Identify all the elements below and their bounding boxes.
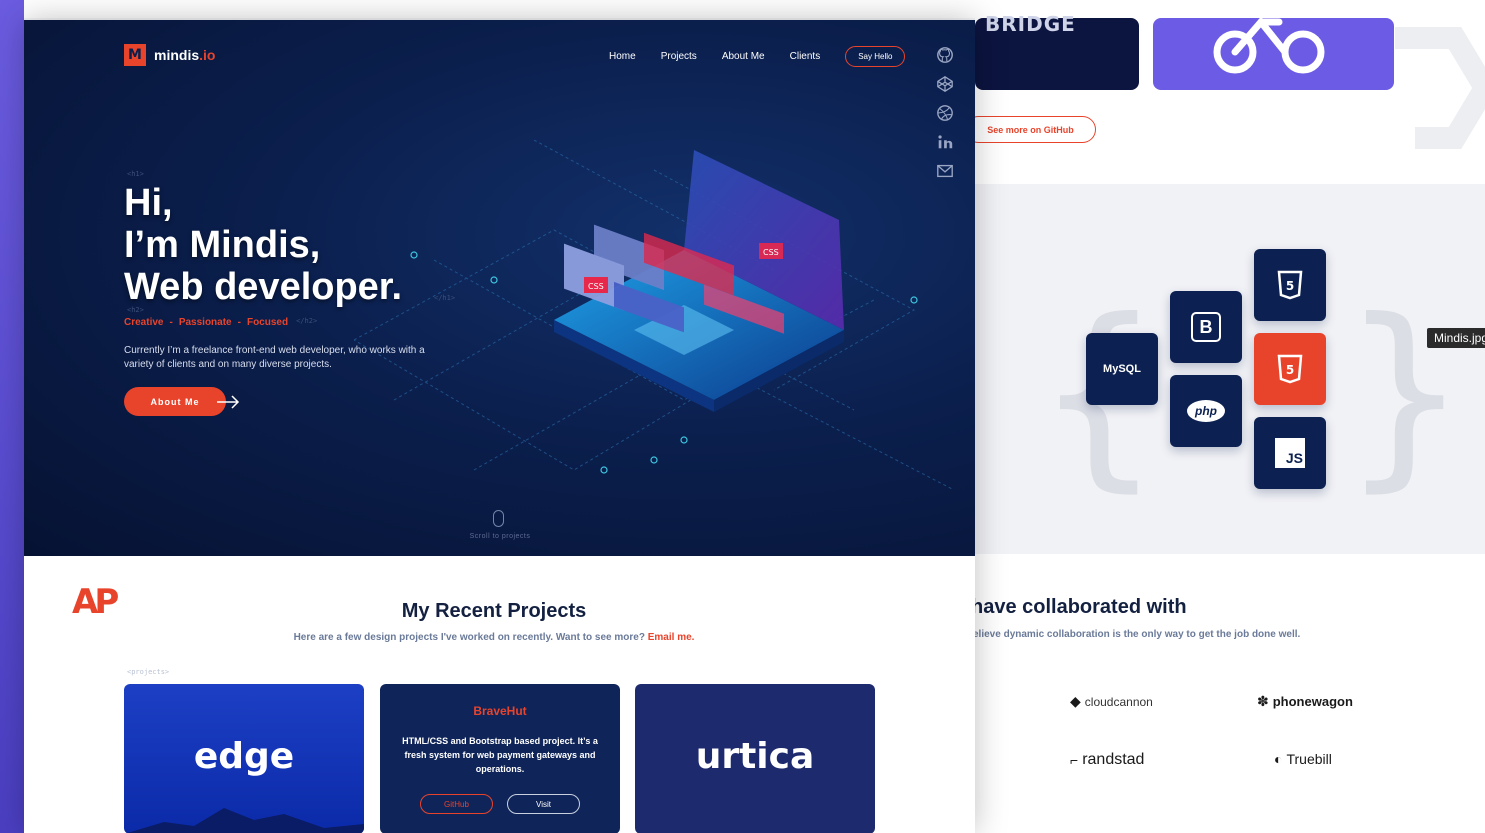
svg-text:CSS: CSS [763,248,779,257]
projects-tag: <projects> [127,668,170,676]
client-truebill: ◐ Truebill [1274,751,1332,767]
scroll-mouse-icon[interactable] [493,510,504,527]
bike-logo-icon [1213,16,1325,74]
tag-passionate: Passionate [178,317,232,328]
phonewagon-label: phonewagon [1272,694,1353,709]
bravehut-description: HTML/CSS and Bootstrap based project. It… [402,736,598,774]
nav-about-me[interactable]: About Me [722,51,765,62]
client-cloudcannon: ◆ cloudcannon [1070,693,1153,710]
svg-text:5: 5 [1286,363,1294,377]
scroll-label[interactable]: Scroll to projects [464,533,536,540]
h2-open-tag: <h2> [127,306,144,314]
svg-text:5: 5 [1286,279,1294,293]
projects-subtitle: Here are a few design projects I've work… [24,632,964,643]
laptop-illustration: CSS CSS [554,150,844,412]
file-tooltip: Mindis.jpg [1427,328,1485,348]
hero-title: Hi, I’m Mindis, Web developer. [124,182,402,308]
client-phonewagon: ✽ phonewagon [1257,693,1353,710]
nav-home[interactable]: Home [609,51,636,62]
about-me-button[interactable]: About Me [124,387,226,416]
github-icon[interactable] [936,46,954,64]
bravehut-visit-button[interactable]: Visit [507,794,580,814]
hero-line-2: I’m Mindis, [124,224,321,266]
mountain-icon [127,808,364,833]
decorative-shape-icon [1395,27,1485,149]
css3-icon: 5 [1277,354,1303,384]
codepen-icon[interactable] [936,75,954,93]
top-bar [0,0,1485,18]
hero-line-1: Hi, [124,182,173,224]
cloudcannon-icon: ◆ [1070,693,1081,709]
bridge-project-card[interactable]: BRIDGE [975,12,1139,90]
site-logo[interactable]: M mindis.io [124,44,215,66]
bootstrap-skill: B [1170,291,1242,363]
project-card-urtica[interactable]: urtica [635,684,875,833]
screen: BRIDGE See more on GitHub { } MySQL B [0,0,1485,833]
say-hello-button[interactable]: Say Hello [845,46,906,67]
mysql-skill: MySQL [1086,333,1158,405]
bravehut-github-button[interactable]: GitHub [420,794,493,814]
portfolio-page: M mindis.io Home Projects About Me Clien… [24,20,975,833]
hero-section: M mindis.io Home Projects About Me Clien… [24,20,975,556]
skills-panel: { } MySQL B php 5 5 JS [975,184,1485,554]
hero-line-3: Web developer. [124,266,403,308]
php-skill: php [1170,375,1242,447]
logo-name: mindis [154,47,200,63]
tag-focused: Focused [246,317,289,328]
randstad-label: randstad [1082,751,1145,768]
h1-open-tag: <h1> [127,170,144,178]
mysql-label: MySQL [1103,363,1141,375]
dribbble-icon[interactable] [936,104,954,122]
h2-close-tag: </h2> [296,317,318,325]
javascript-skill: JS [1254,417,1326,489]
arrow-right-icon [217,395,240,409]
bike-project-card[interactable] [1153,16,1394,90]
edge-logo: edge [193,736,295,777]
collab-title: have collaborated with [971,596,1187,618]
see-more-github-button[interactable]: See more on GitHub [965,116,1096,143]
bootstrap-icon: B [1191,312,1221,342]
background-page: BRIDGE See more on GitHub { } MySQL B [965,12,1485,833]
email-me-link[interactable]: Email me. [648,632,695,643]
h1-close-tag: </h1> [434,294,456,302]
client-randstad: ⌐ randstad [1070,751,1144,769]
projects-title: My Recent Projects [401,600,587,622]
project-card-bravehut[interactable]: BraveHut HTML/CSS and Bootstrap based pr… [380,684,620,833]
hero-description: Currently I’m a freelance front-end web … [124,345,425,370]
randstad-icon: ⌐ [1070,752,1079,768]
html5-skill: 5 [1254,249,1326,321]
bravehut-title: BraveHut [473,704,527,718]
project-card-edge[interactable]: edge [124,684,364,833]
logo-tld: .io [199,47,216,63]
urtica-logo: urtica [695,736,815,777]
nav-projects[interactable]: Projects [661,51,697,62]
html5-icon: 5 [1277,270,1303,300]
truebill-label: Truebill [1286,751,1332,767]
cloudcannon-label: cloudcannon [1084,694,1153,709]
tag-sep-1: - [169,317,173,328]
logo-text: mindis.io [154,47,215,63]
css3-skill: 5 [1254,333,1326,405]
projects-subtitle-text: Here are a few design projects I've work… [293,632,645,643]
collab-subtitle: elieve dynamic collaboration is the only… [973,629,1301,640]
nav-clients[interactable]: Clients [790,51,821,62]
left-gutter [0,0,24,833]
php-icon: php [1187,400,1225,422]
tag-creative: Creative [124,317,164,328]
hero-tagline: Creative - Passionate - Focused </h2> [124,317,317,328]
logo-mark-icon: M [124,44,146,66]
phonewagon-icon: ✽ [1257,693,1269,709]
main-nav: Home Projects About Me Clients Say Hello [609,46,906,67]
js-icon: JS [1275,438,1305,468]
tag-sep-2: - [237,317,241,328]
svg-text:CSS: CSS [588,282,604,291]
truebill-icon: ◐ [1274,751,1283,767]
right-brace: } [1341,277,1469,510]
bridge-label: BRIDGE [985,12,1076,36]
projects-section: AP My Recent Projects Here are a few des… [24,556,975,833]
